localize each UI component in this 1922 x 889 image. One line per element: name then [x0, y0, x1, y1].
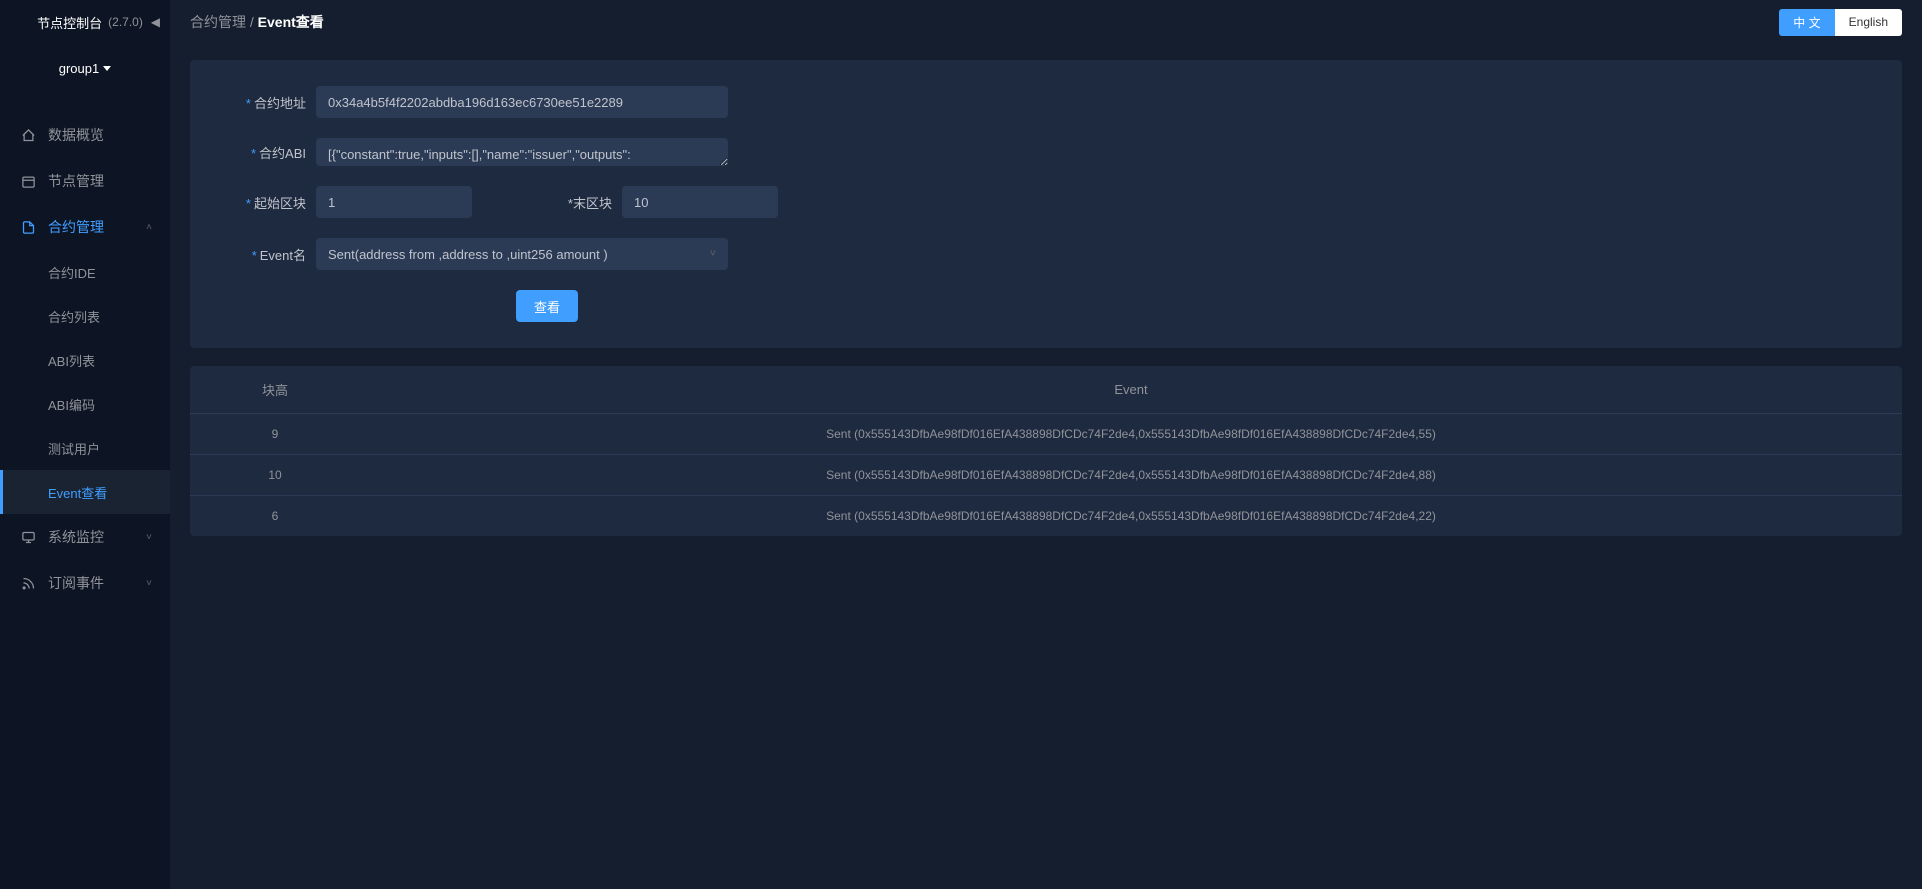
sidebar: 节点控制台 (2.7.0) ◀ group1 数据概览 节点管理 [0, 0, 170, 889]
nav-abi-encode[interactable]: ABI编码 [0, 382, 170, 426]
group-selected: group1 [59, 61, 99, 76]
nav-contract-list[interactable]: 合约列表 [0, 294, 170, 338]
breadcrumb-parent: 合约管理 [190, 14, 246, 30]
contract-address-input[interactable] [316, 86, 728, 118]
cell-event: Sent (0x555143DfbAe98fDf016EfA438898DfCD… [360, 496, 1902, 537]
sidebar-header: 节点控制台 (2.7.0) ◀ [0, 0, 170, 44]
nav-sublabel: Event查看 [48, 483, 107, 502]
table-row: 6 Sent (0x555143DfbAe98fDf016EfA438898Df… [190, 496, 1902, 537]
event-name-label: *Event名 [210, 245, 306, 264]
th-event: Event [360, 366, 1902, 414]
chevron-up-icon: ˄ [146, 222, 152, 233]
chevron-down-icon: ˅ [710, 248, 716, 260]
cell-block-height: 9 [190, 414, 360, 455]
nav-sys-monitor[interactable]: 系统监控 ˅ [0, 514, 170, 560]
breadcrumb: 合约管理 / Event查看 [190, 12, 324, 32]
nav: 数据概览 节点管理 合约管理 ˄ 合约IDE 合约列表 [0, 92, 170, 606]
view-button[interactable]: 查看 [516, 290, 578, 322]
collapse-icon[interactable]: ◀ [151, 15, 160, 29]
app-version: (2.7.0) [108, 15, 143, 29]
form-panel: *合约地址 *合约ABI [{"constant":true,"inputs":… [190, 60, 1902, 348]
monitor-icon [20, 529, 36, 545]
start-block-label: *起始区块 [210, 193, 306, 212]
nav-abi-list[interactable]: ABI列表 [0, 338, 170, 382]
calendar-icon [20, 173, 36, 189]
nav-test-user[interactable]: 测试用户 [0, 426, 170, 470]
nav-label: 订阅事件 [48, 573, 104, 593]
nav-node-mgmt[interactable]: 节点管理 [0, 158, 170, 204]
nav-sublabel: 合约列表 [48, 307, 100, 326]
nav-event-view[interactable]: Event查看 [0, 470, 170, 514]
end-block-label: *末区块 [516, 193, 612, 212]
app-title: 节点控制台 [37, 13, 102, 32]
nav-overview[interactable]: 数据概览 [0, 112, 170, 158]
contract-abi-label: *合约ABI [210, 143, 306, 162]
nav-sublabel: ABI列表 [48, 351, 95, 370]
home-icon [20, 127, 36, 143]
nav-label: 数据概览 [48, 125, 104, 145]
nav-sublabel: ABI编码 [48, 395, 95, 414]
group-selector[interactable]: group1 [0, 44, 170, 92]
contract-abi-textarea[interactable]: [{"constant":true,"inputs":[],"name":"is… [316, 138, 728, 166]
content: *合约地址 *合约ABI [{"constant":true,"inputs":… [170, 44, 1922, 552]
lang-toggle: 中 文 English [1779, 9, 1902, 36]
nav-contract-ide[interactable]: 合约IDE [0, 250, 170, 294]
rss-icon [20, 575, 36, 591]
nav-sublabel: 测试用户 [48, 439, 100, 458]
th-block-height: 块高 [190, 366, 360, 414]
nav-subscribe[interactable]: 订阅事件 ˅ [0, 560, 170, 606]
chevron-down-icon: ˅ [146, 532, 152, 543]
cell-event: Sent (0x555143DfbAe98fDf016EfA438898DfCD… [360, 455, 1902, 496]
main: 合约管理 / Event查看 中 文 English *合约地址 *合约ABI … [170, 0, 1922, 889]
start-block-input[interactable] [316, 186, 472, 218]
cell-block-height: 6 [190, 496, 360, 537]
table-row: 9 Sent (0x555143DfbAe98fDf016EfA438898Df… [190, 414, 1902, 455]
contract-address-label: *合约地址 [210, 93, 306, 112]
chevron-down-icon: ˅ [146, 578, 152, 589]
nav-contract-mgmt[interactable]: 合约管理 ˄ [0, 204, 170, 250]
end-block-input[interactable] [622, 186, 778, 218]
topbar: 合约管理 / Event查看 中 文 English [170, 0, 1922, 44]
caret-down-icon [103, 66, 111, 71]
nav-label: 系统监控 [48, 527, 104, 547]
cell-block-height: 10 [190, 455, 360, 496]
event-table: 块高 Event 9 Sent (0x555143DfbAe98fDf016Ef… [190, 366, 1902, 536]
event-name-value: Sent(address from ,address to ,uint256 a… [328, 247, 608, 262]
lang-en-button[interactable]: English [1835, 9, 1902, 36]
nav-label: 合约管理 [48, 217, 104, 237]
cell-event: Sent (0x555143DfbAe98fDf016EfA438898DfCD… [360, 414, 1902, 455]
table-panel: 块高 Event 9 Sent (0x555143DfbAe98fDf016Ef… [190, 366, 1902, 536]
nav-label: 节点管理 [48, 171, 104, 191]
lang-zh-button[interactable]: 中 文 [1779, 9, 1834, 36]
document-icon [20, 219, 36, 235]
nav-sublabel: 合约IDE [48, 263, 96, 282]
breadcrumb-current: Event查看 [258, 14, 324, 30]
event-name-select[interactable]: Sent(address from ,address to ,uint256 a… [316, 238, 728, 270]
table-row: 10 Sent (0x555143DfbAe98fDf016EfA438898D… [190, 455, 1902, 496]
